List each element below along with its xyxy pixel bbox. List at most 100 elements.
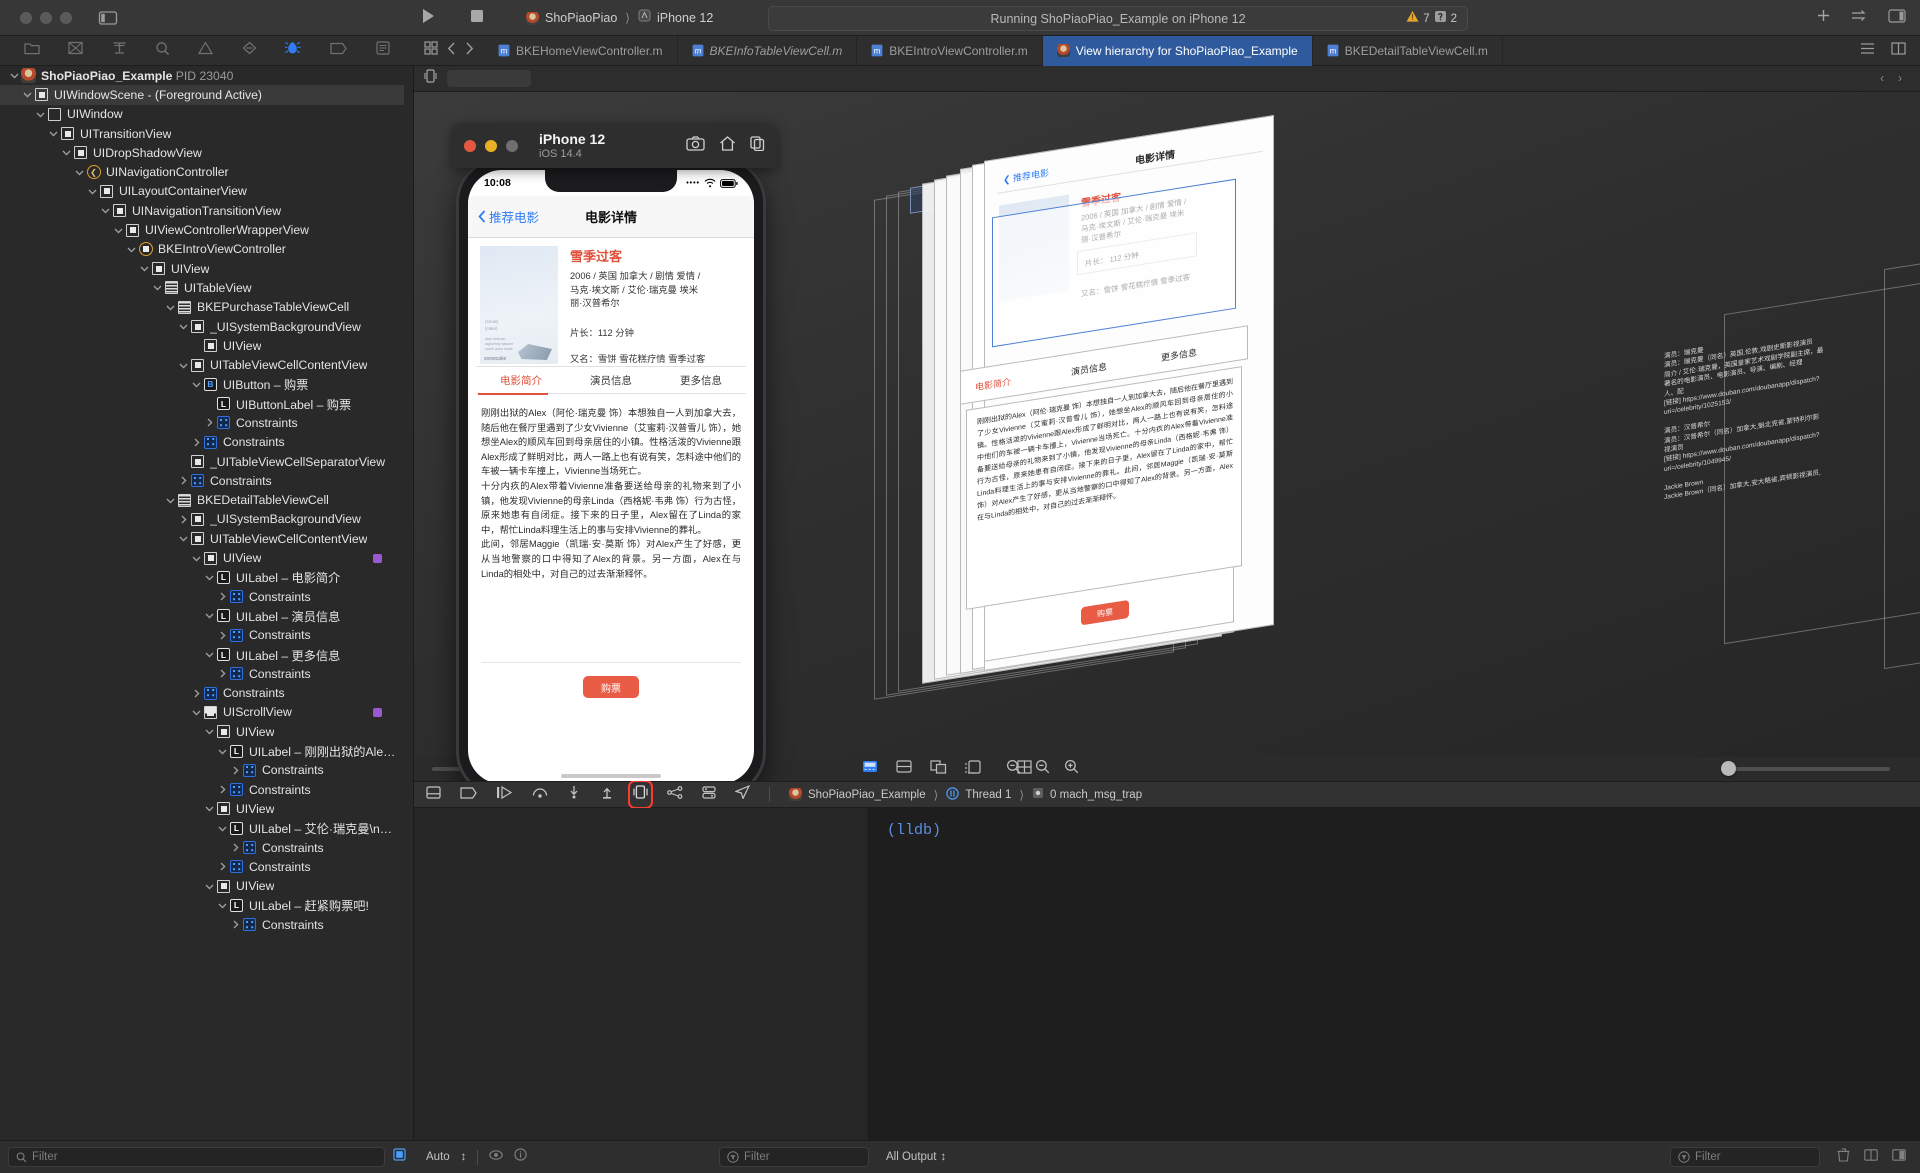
twisty-down-icon[interactable] [216, 901, 229, 910]
twisty-right-icon[interactable] [229, 843, 242, 852]
tree-row[interactable]: L UILabel – 电影简介 [0, 568, 404, 587]
canvas-zoom-controls[interactable] [1006, 759, 1079, 779]
twisty-down-icon[interactable] [99, 206, 112, 215]
editor-tab-3[interactable]: View hierarchy for ShoPiaoPiao_Example [1042, 35, 1313, 66]
tree-row[interactable]: UIWindow [0, 105, 404, 124]
output-stepper-icon[interactable]: ↕ [941, 1151, 947, 1163]
twisty-down-icon[interactable] [8, 71, 21, 80]
twisty-right-icon[interactable] [190, 689, 203, 698]
twisty-down-icon[interactable] [190, 380, 203, 389]
tree-row[interactable]: Constraints [0, 838, 404, 857]
twisty-right-icon[interactable] [203, 418, 216, 427]
twisty-down-icon[interactable] [203, 727, 216, 736]
editor-tab-bar[interactable]: m BKEHomeViewController.m m BKEInfoTableVie… [414, 35, 1920, 66]
symbol-icon[interactable] [112, 41, 127, 60]
tree-row[interactable]: L UILabel – 艾伦·瑞克曼\n… [0, 819, 404, 838]
twisty-down-icon[interactable] [203, 650, 216, 659]
close-window-button[interactable] [20, 11, 32, 24]
environment-overrides-icon[interactable] [702, 785, 716, 804]
tree-row[interactable]: UILayoutContainerView [0, 182, 404, 201]
issue-badges[interactable]: 7 2 [1406, 10, 1457, 28]
tree-row[interactable]: BKEDetailTableViewCell [0, 491, 404, 510]
tree-row[interactable]: UITableView [0, 278, 404, 297]
scheme-destination-selector[interactable]: ShoPiaoPiao ⟩ iPhone 12 [516, 6, 723, 30]
orientation-double-icon[interactable] [930, 759, 947, 779]
tree-row[interactable]: L UILabel – 赶紧购票吧! [0, 896, 404, 915]
view-range-knob[interactable] [1721, 761, 1736, 776]
simulator-window-titlebar[interactable]: iPhone 12 iOS 14.4 [452, 123, 777, 168]
tree-row[interactable]: Constraints [0, 857, 404, 876]
zoom-fit-icon[interactable] [1035, 759, 1050, 779]
twisty-right-icon[interactable] [216, 631, 229, 640]
memory-graph-icon[interactable] [667, 785, 683, 804]
breakpoints-icon[interactable] [460, 786, 477, 804]
zoom-in-icon[interactable] [1064, 759, 1079, 779]
segment-intro[interactable]: 电影简介 [476, 367, 566, 393]
twisty-down-icon[interactable] [60, 148, 73, 157]
twisty-down-icon[interactable] [203, 804, 216, 813]
home-icon[interactable] [719, 135, 736, 156]
twisty-down-icon[interactable] [86, 187, 99, 196]
twisty-down-icon[interactable] [177, 322, 190, 331]
assistant-editor-icon[interactable] [1891, 41, 1906, 60]
segment-more[interactable]: 更多信息 [656, 367, 746, 393]
editor-tab-0[interactable]: m BKEHomeViewController.m [484, 35, 678, 66]
tree-row[interactable]: UIView [0, 336, 404, 355]
source-control-icon[interactable] [68, 41, 84, 60]
breakpoint-navigator-icon[interactable] [330, 42, 348, 60]
minimize-window-button[interactable] [40, 11, 52, 24]
tree-row[interactable]: UITableViewCellContentView [0, 529, 404, 548]
go-back-icon[interactable] [447, 42, 456, 60]
editor-tab-2[interactable]: m BKEIntroViewController.m [857, 35, 1043, 66]
twisty-down-icon[interactable] [151, 283, 164, 292]
twisty-down-icon[interactable] [216, 824, 229, 833]
step-out-icon[interactable] [600, 785, 614, 804]
twisty-down-icon[interactable] [164, 496, 177, 505]
tree-row[interactable]: UIView [0, 799, 404, 818]
add-editor-icon[interactable] [1816, 8, 1831, 28]
scope-stepper-icon[interactable]: ↕ [461, 1151, 467, 1163]
inspector-toggle-icon[interactable] [1888, 8, 1906, 28]
simulator-close-button[interactable] [464, 139, 476, 152]
twisty-right-icon[interactable] [190, 438, 203, 447]
folder-icon[interactable] [24, 41, 40, 60]
tree-row[interactable]: UIView [0, 876, 404, 895]
tree-row[interactable]: _UISystemBackgroundView [0, 510, 404, 529]
view-debugger-canvas[interactable]: ‹ › UIWindowScene - (Foreground Active) … [414, 66, 1920, 781]
traffic-lights[interactable] [0, 11, 72, 24]
twisty-down-icon[interactable] [34, 110, 47, 119]
twisty-right-icon[interactable] [229, 766, 242, 775]
twisty-down-icon[interactable] [177, 361, 190, 370]
simulator-zoom-button[interactable] [506, 139, 518, 152]
simulator-window-actions[interactable] [686, 135, 765, 156]
copy-icon[interactable] [750, 135, 765, 156]
hierarchy-plane-wire[interactable] [1884, 262, 1920, 670]
navigator-selector-bar[interactable] [0, 36, 414, 66]
twisty-down-icon[interactable] [203, 573, 216, 582]
tree-row[interactable]: ShoPiaoPiao_Example PID 23040 [0, 66, 404, 85]
show-constraints-icon[interactable] [896, 760, 912, 778]
variables-view[interactable] [414, 808, 869, 1140]
console-output[interactable]: (lldb) [869, 808, 1920, 1140]
segment-cast[interactable]: 演员信息 [566, 367, 656, 393]
run-button[interactable] [420, 7, 436, 30]
twisty-down-icon[interactable] [216, 747, 229, 756]
movie-segmented-control[interactable]: 电影简介 演员信息 更多信息 [476, 366, 746, 394]
tree-row[interactable]: B UIButton – 购票 [0, 375, 404, 394]
simulate-location-icon[interactable] [734, 784, 751, 804]
twisty-down-icon[interactable] [138, 264, 151, 273]
zoom-window-button[interactable] [60, 11, 72, 24]
tree-row[interactable]: Constraints [0, 413, 404, 432]
tree-row[interactable]: UINavigationTransitionView [0, 201, 404, 220]
test-navigator-icon[interactable] [242, 41, 257, 60]
buy-ticket-button[interactable]: 购票 [583, 676, 639, 698]
canvas-next-icon[interactable]: › [1898, 73, 1902, 85]
tree-row[interactable]: UIView [0, 722, 404, 741]
tree-row[interactable]: L UIButtonLabel – 购票 [0, 394, 404, 413]
related-items-icon[interactable] [424, 41, 438, 60]
tree-row[interactable]: L UILabel – 更多信息 [0, 645, 404, 664]
tree-row[interactable]: UITableViewCellContentView [0, 355, 404, 374]
tree-row[interactable]: UIDropShadowView [0, 143, 404, 162]
exploded-hierarchy-stack[interactable]: UIWindowScene - (Foreground Active) BKEI… [864, 115, 1920, 746]
twisty-right-icon[interactable] [216, 592, 229, 601]
